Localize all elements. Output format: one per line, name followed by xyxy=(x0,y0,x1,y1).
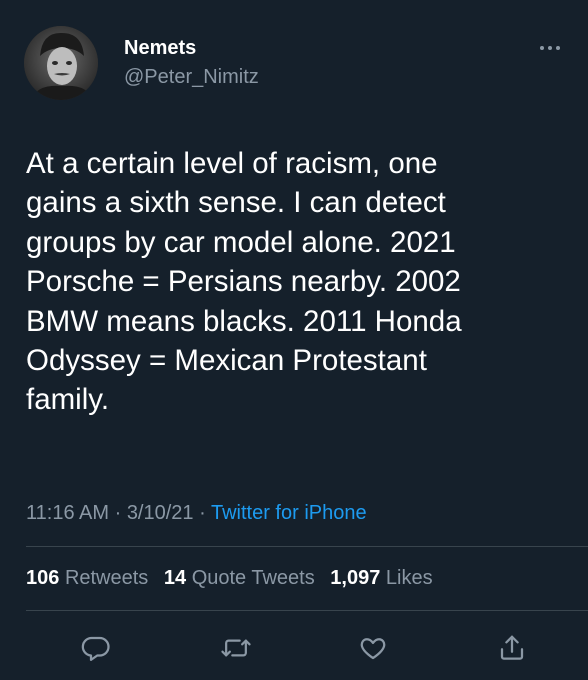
tweet-time[interactable]: 11:16 AM xyxy=(26,502,109,524)
action-bar xyxy=(0,630,588,666)
tweet-stats: 106 Retweets 14 Quote Tweets 1,097 Likes xyxy=(26,565,443,591)
likes-count: 1,097 xyxy=(330,567,381,589)
reply-button[interactable] xyxy=(78,630,114,666)
more-options-button[interactable] xyxy=(528,34,572,62)
more-dot-icon xyxy=(540,46,544,50)
likes-stat[interactable]: 1,097 Likes xyxy=(330,567,432,589)
retweet-button[interactable] xyxy=(218,630,254,666)
display-name[interactable]: Nemets xyxy=(124,36,196,60)
tweet-source-link[interactable]: Twitter for iPhone xyxy=(211,502,367,524)
user-handle[interactable]: @Peter_Nimitz xyxy=(124,65,259,89)
reply-icon xyxy=(81,636,110,661)
retweets-label: Retweets xyxy=(64,567,149,589)
avatar[interactable] xyxy=(24,26,98,100)
like-icon xyxy=(360,638,386,660)
like-button[interactable] xyxy=(355,630,391,666)
more-dot-icon xyxy=(548,46,552,50)
quote-tweets-count: 14 xyxy=(163,567,187,589)
quote-tweets-stat[interactable]: 14 Quote Tweets xyxy=(164,567,315,589)
share-icon xyxy=(500,635,524,660)
meta-separator: · xyxy=(109,502,127,524)
quote-tweets-label: Quote Tweets xyxy=(191,567,315,589)
likes-label: Likes xyxy=(385,567,433,589)
retweets-stat[interactable]: 106 Retweets xyxy=(26,567,148,589)
meta-separator: · xyxy=(193,502,211,524)
retweets-count: 106 xyxy=(26,567,60,589)
retweet-icon xyxy=(221,639,251,657)
profile-photo-icon xyxy=(24,26,98,100)
more-dot-icon xyxy=(556,46,560,50)
tweet-meta: 11:16 AM · 3/10/21 · Twitter for iPhone xyxy=(26,500,367,526)
divider xyxy=(26,610,588,611)
tweet-text: At a certain level of racism, one gains … xyxy=(26,147,462,417)
divider xyxy=(26,546,588,547)
share-button[interactable] xyxy=(494,630,530,666)
tweet-date[interactable]: 3/10/21 xyxy=(127,502,194,524)
